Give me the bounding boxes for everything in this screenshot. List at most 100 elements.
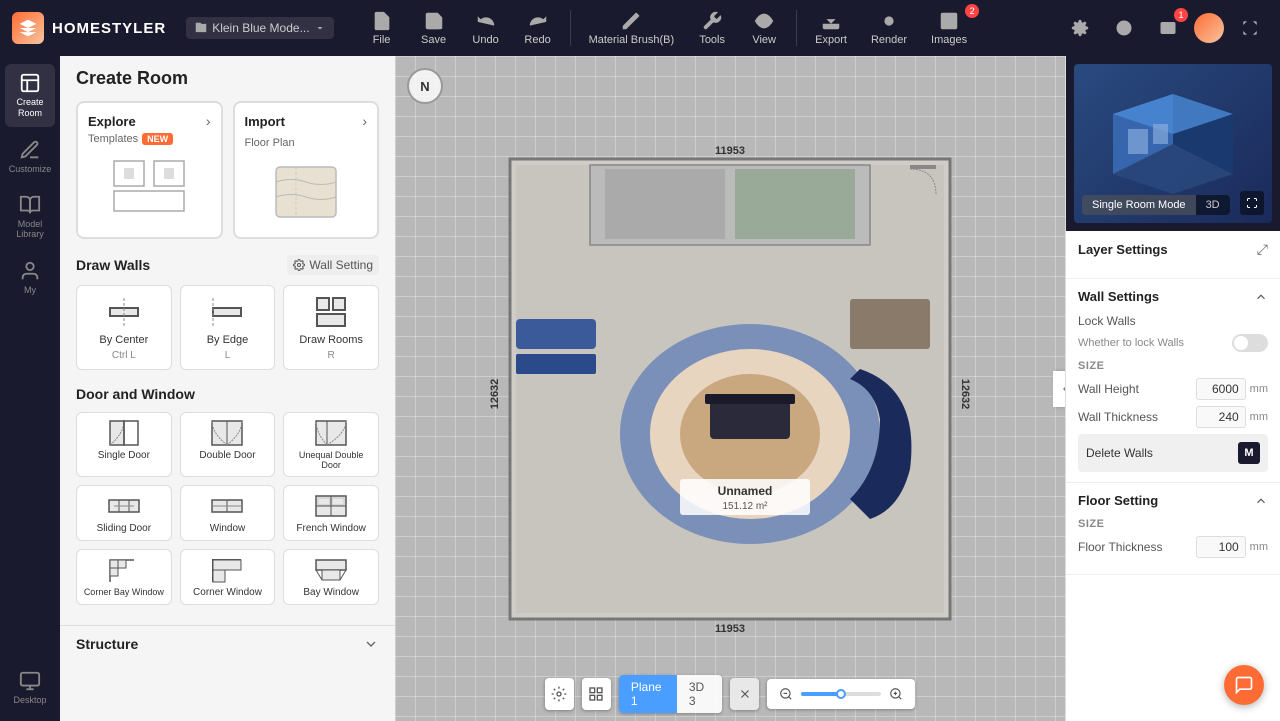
project-name-text: Klein Blue Mode...	[212, 21, 309, 35]
nav-desktop[interactable]: Desktop	[5, 662, 55, 713]
floor-settings-chevron-icon[interactable]	[1254, 494, 1268, 508]
door-window-section: Door and Window Single Door	[76, 386, 379, 605]
snap-button[interactable]	[545, 678, 574, 710]
render-button[interactable]: Render	[861, 6, 917, 50]
fullscreen-button[interactable]	[1232, 10, 1268, 46]
svg-text:151.12 m²: 151.12 m²	[722, 501, 768, 512]
plane-tabs: Plane 1 3D 3	[619, 675, 722, 713]
nav-customize[interactable]: Customize	[5, 131, 55, 182]
topbar-right: 1	[1062, 10, 1268, 46]
svg-text:11953: 11953	[715, 145, 745, 157]
create-room-title: Create Room	[76, 68, 379, 89]
zoom-slider[interactable]	[801, 692, 881, 696]
floor-plan-svg: 11953 12632 12632 11953 Unnamed 151.12 m…	[490, 139, 970, 639]
corner-window-item[interactable]: Corner Window	[180, 549, 276, 605]
close-button[interactable]	[730, 678, 759, 710]
delete-walls-label: Delete Walls	[1086, 446, 1153, 460]
project-name[interactable]: Klein Blue Mode...	[186, 17, 333, 39]
images-button[interactable]: Images 2	[921, 6, 977, 50]
unequal-double-door-item[interactable]: Unequal Double Door	[283, 412, 379, 477]
floor-thickness-row: Floor Thickness mm	[1078, 536, 1268, 558]
single-room-mode-btn[interactable]: Single Room Mode	[1082, 195, 1196, 215]
zoom-out-button[interactable]	[775, 683, 797, 705]
undo-button[interactable]: Undo	[462, 6, 510, 50]
toggle-thumb	[1234, 336, 1248, 350]
nav-my[interactable]: My	[5, 252, 55, 303]
view-button[interactable]: View	[740, 6, 788, 50]
topbar: HOMESTYLER Klein Blue Mode... File Save …	[0, 0, 1280, 56]
tools-button[interactable]: Tools	[688, 6, 736, 50]
french-window-item[interactable]: French Window	[283, 485, 379, 541]
svg-text:12632: 12632	[959, 378, 970, 409]
grid-button[interactable]	[582, 678, 611, 710]
new-badge: NEW	[142, 133, 173, 145]
floor-thickness-input-group: mm	[1196, 536, 1268, 558]
by-edge-option[interactable]: By Edge L	[180, 285, 276, 370]
help-button[interactable]	[1106, 10, 1142, 46]
door-window-grid-1: Single Door Double Door	[76, 412, 379, 477]
mail-button[interactable]: 1	[1150, 10, 1186, 46]
expand-preview-button[interactable]	[1240, 191, 1264, 215]
save-button[interactable]: Save	[410, 6, 458, 50]
logo-area: HOMESTYLER	[12, 12, 166, 44]
draw-rooms-label: Draw Rooms	[299, 334, 363, 346]
plane-1-tab[interactable]: Plane 1	[619, 675, 677, 713]
wall-settings-section: Wall Settings Lock Walls Whether to lock…	[1066, 279, 1280, 483]
wall-thickness-input-group: mm	[1196, 406, 1268, 428]
by-center-option[interactable]: By Center Ctrl L	[76, 285, 172, 370]
file-button[interactable]: File	[358, 6, 406, 50]
double-door-label: Double Door	[199, 450, 255, 461]
wall-settings-chevron-icon[interactable]	[1254, 290, 1268, 304]
double-door-item[interactable]: Double Door	[180, 412, 276, 477]
app-title: HOMESTYLER	[52, 20, 166, 37]
sliding-door-item[interactable]: Sliding Door	[76, 485, 172, 541]
preview-area: Single Room Mode 3D	[1066, 56, 1280, 231]
lock-walls-row: Lock Walls	[1078, 314, 1268, 328]
door-window-title: Door and Window	[76, 386, 195, 402]
floor-thickness-input[interactable]	[1196, 536, 1246, 558]
redo-button[interactable]: Redo	[514, 6, 562, 50]
wall-thickness-input[interactable]	[1196, 406, 1246, 428]
delete-walls-button[interactable]: Delete Walls M	[1078, 434, 1268, 472]
draw-wall-grid: By Center Ctrl L By Edge L	[76, 285, 379, 370]
material-brush-button[interactable]: Material Brush(B)	[579, 6, 685, 50]
window-item[interactable]: Window	[180, 485, 276, 541]
wall-height-label: Wall Height	[1078, 382, 1139, 396]
settings-button[interactable]	[1062, 10, 1098, 46]
3d-3-tab[interactable]: 3D 3	[677, 675, 722, 713]
door-window-header: Door and Window	[76, 386, 379, 402]
right-collapse-button[interactable]	[1053, 371, 1065, 407]
french-window-label: French Window	[296, 523, 365, 534]
wall-thickness-unit: mm	[1250, 411, 1268, 423]
corner-bay-window-item[interactable]: Corner Bay Window	[76, 549, 172, 605]
import-subtitle: Floor Plan	[245, 137, 295, 149]
canvas-background: N	[395, 56, 1065, 721]
wall-setting-button[interactable]: Wall Setting	[287, 255, 379, 275]
layer-expand-icon[interactable]: ⤢	[1257, 241, 1268, 258]
draw-walls-title: Draw Walls	[76, 257, 150, 273]
nav-model-library[interactable]: ModelLibrary	[5, 186, 55, 249]
chat-button[interactable]	[1224, 665, 1264, 705]
mode-switcher: Single Room Mode 3D	[1082, 195, 1230, 215]
draw-walls-header: Draw Walls Wall Setting	[76, 255, 379, 275]
import-floor-plan-card[interactable]: Import › Floor Plan	[233, 101, 380, 239]
lock-walls-desc: Whether to lock Walls	[1078, 337, 1184, 349]
zoom-in-button[interactable]	[885, 683, 907, 705]
wall-height-input[interactable]	[1196, 378, 1246, 400]
floor-settings-header: Floor Setting	[1078, 493, 1268, 508]
single-door-item[interactable]: Single Door	[76, 412, 172, 477]
3d-mode-btn[interactable]: 3D	[1196, 195, 1230, 215]
canvas-area[interactable]: N	[395, 56, 1065, 721]
export-button[interactable]: Export	[805, 6, 857, 50]
structure-section[interactable]: Structure	[60, 625, 395, 662]
draw-rooms-option[interactable]: Draw Rooms R	[283, 285, 379, 370]
bay-window-item[interactable]: Bay Window	[283, 549, 379, 605]
door-window-grid-2: Sliding Door Window	[76, 485, 379, 541]
user-avatar[interactable]	[1194, 13, 1224, 43]
layer-settings-header: Layer Settings ⤢	[1078, 241, 1268, 258]
explore-templates-card[interactable]: Explore › Templates NEW	[76, 101, 223, 239]
floor-thickness-label: Floor Thickness	[1078, 540, 1162, 554]
lock-walls-toggle[interactable]	[1232, 334, 1268, 352]
nav-create-room[interactable]: CreateRoom	[5, 64, 55, 127]
mail-badge: 1	[1174, 8, 1188, 22]
